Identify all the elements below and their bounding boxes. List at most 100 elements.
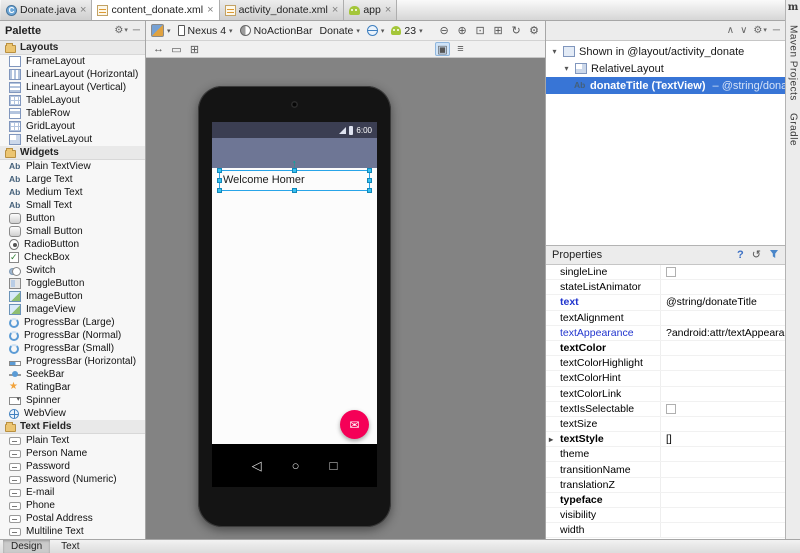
property-row[interactable]: visibility bbox=[546, 508, 785, 523]
property-row[interactable]: text@string/donateTitle bbox=[546, 295, 785, 310]
palette-item[interactable]: Password (Numeric) bbox=[0, 473, 145, 486]
design-canvas[interactable]: 6:00 ↑ Welcome Homer ✉ bbox=[146, 58, 545, 539]
palette-item[interactable]: Large Text bbox=[0, 173, 145, 186]
palette-item[interactable]: CheckBox bbox=[0, 251, 145, 264]
gear-icon[interactable]: ⚙▾ bbox=[114, 26, 127, 36]
property-value[interactable] bbox=[661, 402, 785, 416]
property-value[interactable] bbox=[661, 371, 785, 385]
palette-item[interactable]: Small Text bbox=[0, 199, 145, 212]
chevron-down-icon[interactable]: ▾ bbox=[562, 64, 571, 73]
device-selector[interactable]: Nexus 4▾ bbox=[178, 25, 233, 37]
frame-icon[interactable]: ▭ bbox=[169, 42, 184, 56]
palette-item[interactable]: LinearLayout (Horizontal) bbox=[0, 68, 145, 81]
palette-item[interactable]: Spinner bbox=[0, 394, 145, 407]
bottom-tab-text[interactable]: Text bbox=[53, 540, 87, 553]
editor-tab[interactable]: Donate.java× bbox=[1, 0, 92, 20]
palette-item[interactable]: ProgressBar (Horizontal) bbox=[0, 355, 145, 368]
property-value[interactable] bbox=[661, 387, 785, 401]
palette-item[interactable]: ProgressBar (Small) bbox=[0, 342, 145, 355]
palette-item[interactable]: GridLayout bbox=[0, 120, 145, 133]
toolwindow-tab[interactable]: Maven Projects bbox=[788, 25, 799, 101]
palette-item[interactable]: Multiline Text bbox=[0, 525, 145, 538]
palette-section[interactable]: Layouts bbox=[0, 41, 145, 55]
palette-item[interactable]: Plain Text bbox=[0, 434, 145, 447]
palette-section[interactable]: Widgets bbox=[0, 146, 145, 160]
help-icon[interactable]: ? bbox=[737, 249, 744, 261]
api-selector[interactable]: 23▾ bbox=[391, 25, 422, 37]
property-row[interactable]: translationZ bbox=[546, 478, 785, 493]
property-row[interactable]: transitionName bbox=[546, 462, 785, 477]
property-row[interactable]: textIsSelectable bbox=[546, 402, 785, 417]
palette-item[interactable]: RelativeLayout bbox=[0, 133, 145, 146]
gear-icon[interactable]: ⚙▾ bbox=[753, 26, 766, 36]
zoom-actual-icon[interactable]: ⊞ bbox=[491, 24, 506, 38]
palette-item[interactable]: RatingBar bbox=[0, 381, 145, 394]
refresh-icon[interactable]: ↻ bbox=[509, 24, 524, 38]
palette-item[interactable]: LinearLayout (Vertical) bbox=[0, 81, 145, 94]
palette-item[interactable]: SeekBar bbox=[0, 368, 145, 381]
editor-tab[interactable]: content_donate.xml× bbox=[92, 0, 219, 20]
property-value[interactable] bbox=[661, 508, 785, 522]
palette-item[interactable]: TableLayout bbox=[0, 94, 145, 107]
property-value[interactable]: @string/donateTitle bbox=[661, 295, 785, 309]
locale-selector[interactable]: ▾ bbox=[367, 25, 385, 36]
selected-textview[interactable]: ↑ Welcome Homer bbox=[219, 170, 370, 191]
property-value[interactable] bbox=[661, 493, 785, 507]
property-row[interactable]: textColorHighlight bbox=[546, 356, 785, 371]
property-value[interactable] bbox=[661, 341, 785, 355]
property-row[interactable]: singleLine bbox=[546, 265, 785, 280]
property-value[interactable] bbox=[661, 280, 785, 294]
palette-item[interactable]: Medium Text bbox=[0, 186, 145, 199]
property-value[interactable] bbox=[661, 356, 785, 370]
property-row[interactable]: theme bbox=[546, 447, 785, 462]
pan-icon[interactable]: ↔ bbox=[151, 42, 166, 56]
tree-item[interactable]: ▾RelativeLayout bbox=[546, 60, 785, 77]
palette-item[interactable]: FrameLayout bbox=[0, 55, 145, 68]
palette-section[interactable]: Text Fields bbox=[0, 420, 145, 434]
palette-item[interactable]: Button bbox=[0, 212, 145, 225]
fab-button[interactable]: ✉ bbox=[340, 410, 369, 439]
close-icon[interactable]: × bbox=[332, 5, 338, 16]
zoom-fit-icon[interactable]: ⊡ bbox=[473, 24, 488, 38]
render-options-icon[interactable]: ≡ bbox=[453, 42, 468, 56]
property-value[interactable] bbox=[661, 265, 785, 279]
settings-icon[interactable]: ⚙ bbox=[527, 24, 542, 38]
grid-icon[interactable]: ⊞ bbox=[187, 42, 202, 56]
property-row[interactable]: stateListAnimator bbox=[546, 280, 785, 295]
property-row[interactable]: textAlignment bbox=[546, 311, 785, 326]
palette-item[interactable]: Small Button bbox=[0, 225, 145, 238]
property-row[interactable]: textColorHint bbox=[546, 371, 785, 386]
toolwindow-tab[interactable]: Gradle bbox=[788, 113, 799, 146]
hide-icon[interactable]: ─ bbox=[773, 26, 780, 36]
filter-icon[interactable] bbox=[769, 249, 779, 262]
tree-item[interactable]: ▾Shown in @layout/activity_donate bbox=[546, 43, 785, 60]
property-row[interactable]: textColorLink bbox=[546, 387, 785, 402]
palette-item[interactable]: Plain TextView bbox=[0, 160, 145, 173]
property-value[interactable] bbox=[661, 417, 785, 431]
chevron-down-icon[interactable]: ▾ bbox=[550, 47, 559, 56]
property-value[interactable] bbox=[661, 462, 785, 476]
property-row[interactable]: textAppearance?android:attr/textAppearan… bbox=[546, 326, 785, 341]
property-row[interactable]: textSize bbox=[546, 417, 785, 432]
zoom-in-icon[interactable]: ⊕ bbox=[455, 24, 470, 38]
palette-item[interactable]: Phone bbox=[0, 499, 145, 512]
hide-icon[interactable]: ─ bbox=[133, 26, 140, 36]
palette-item[interactable]: TableRow bbox=[0, 107, 145, 120]
theme-selector[interactable]: NoActionBar bbox=[240, 25, 313, 37]
palette-item[interactable]: Password bbox=[0, 460, 145, 473]
palette-item[interactable]: ToggleButton bbox=[0, 277, 145, 290]
property-value[interactable] bbox=[661, 478, 785, 492]
property-value[interactable] bbox=[661, 311, 785, 325]
device-screen[interactable]: 6:00 ↑ Welcome Homer ✉ bbox=[212, 122, 377, 487]
property-row[interactable]: textColor bbox=[546, 341, 785, 356]
palette-item[interactable]: RadioButton bbox=[0, 238, 145, 251]
palette-item[interactable]: Person Name bbox=[0, 447, 145, 460]
reset-icon[interactable]: ↺ bbox=[752, 250, 761, 261]
property-row[interactable]: width bbox=[546, 523, 785, 538]
property-value[interactable] bbox=[661, 523, 785, 537]
checkbox[interactable] bbox=[666, 404, 676, 414]
collapse-all-icon[interactable]: ∨ bbox=[740, 26, 747, 36]
checkbox[interactable] bbox=[666, 267, 676, 277]
design-surface-icon[interactable]: ▣ bbox=[435, 42, 450, 56]
close-icon[interactable]: × bbox=[385, 5, 391, 16]
